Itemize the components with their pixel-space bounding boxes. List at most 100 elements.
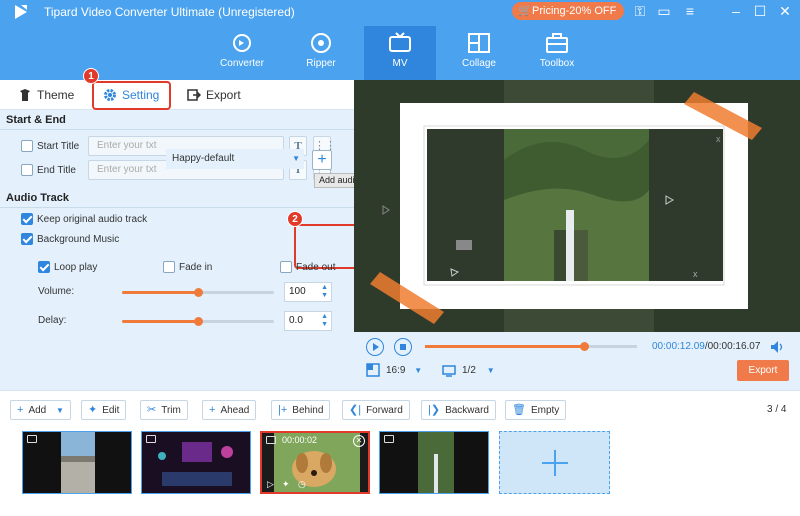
music-select-value: Happy-default <box>172 153 235 164</box>
export-button[interactable]: Export <box>737 360 789 381</box>
timeline-clip[interactable] <box>141 431 251 494</box>
add-audio-button[interactable]: + <box>312 150 332 170</box>
forward-label: Forward <box>366 405 403 416</box>
add-button[interactable]: + Add ▼ <box>10 400 71 420</box>
scissors-icon: ✂ <box>147 404 157 416</box>
spinner-icon[interactable]: ▲ ▼ <box>321 313 328 329</box>
timeline-clip-selected[interactable]: 00:00:02 ✕ ▷ ✦ ◷ <box>260 431 370 494</box>
callout-badge: 2 <box>287 211 303 227</box>
volume-value: 100 <box>289 286 306 297</box>
loop-play-checkbox[interactable] <box>38 261 50 273</box>
fade-out-checkbox[interactable] <box>280 261 292 273</box>
nav-label: MV <box>392 58 408 69</box>
callout-badge: 1 <box>83 68 99 84</box>
pricing-button[interactable]: 🛒 Pricing-20% OFF <box>512 2 624 20</box>
fade-in-checkbox[interactable] <box>163 261 175 273</box>
delay-input[interactable]: 0.0 ▲ ▼ <box>284 311 332 331</box>
nav-ripper[interactable]: Ripper <box>285 26 357 80</box>
nav-label: Converter <box>220 58 264 69</box>
play-button[interactable] <box>366 338 384 356</box>
tab-theme[interactable]: Theme <box>18 80 74 110</box>
aspect-ratio-value: 16:9 <box>386 365 406 376</box>
delay-knob[interactable] <box>194 317 203 326</box>
menu-icon[interactable]: ≡ <box>681 2 699 20</box>
background-music-checkbox[interactable] <box>21 233 33 245</box>
tv-icon <box>389 32 411 52</box>
image-clip-icon <box>146 435 156 443</box>
cart-icon: 🛒 <box>518 5 532 17</box>
keep-original-label: Keep original audio track <box>37 214 148 225</box>
edit-label: Edit <box>102 405 120 416</box>
delay-slider[interactable] <box>122 317 274 326</box>
start-end-heading: Start & End <box>6 114 66 126</box>
page-count: 3 / 4 <box>767 404 787 415</box>
edit-button[interactable]: ✦ Edit <box>81 400 127 420</box>
nav-mv[interactable]: MV <box>364 26 436 80</box>
backward-icon: |❯ <box>428 404 441 416</box>
chevron-down-icon: ▼ <box>486 366 495 375</box>
trim-label: Trim <box>161 405 181 416</box>
aspect-ratio-icon <box>366 363 380 377</box>
plus-icon <box>554 450 556 476</box>
add-clip-button[interactable] <box>499 431 610 494</box>
backward-button[interactable]: |❯ Backward <box>421 400 496 420</box>
nav-label: Ripper <box>306 58 336 69</box>
loop-play-label: Loop play <box>54 262 98 273</box>
pricing-label: Pricing-20% OFF <box>532 5 617 17</box>
chat-icon[interactable]: ▭ <box>655 2 673 20</box>
keep-original-checkbox[interactable] <box>21 213 33 225</box>
volume-slider[interactable] <box>122 288 274 297</box>
behind-button[interactable]: |+ Behind <box>271 400 331 420</box>
progress-knob[interactable] <box>580 342 589 351</box>
start-title-checkbox[interactable] <box>21 140 33 152</box>
toolbox-icon <box>546 33 568 53</box>
nav-toolbox[interactable]: Toolbox <box>521 26 593 80</box>
tab-bar: Theme Setting Export <box>0 80 354 110</box>
end-title-checkbox[interactable] <box>21 164 33 176</box>
screen-value: 1/2 <box>462 365 476 376</box>
tab-export[interactable]: Export <box>187 80 241 110</box>
clip-edit-icon[interactable]: ✦ <box>282 479 290 490</box>
timeline-clip[interactable] <box>379 431 489 494</box>
volume-knob[interactable] <box>194 288 203 297</box>
stop-button[interactable] <box>394 338 412 356</box>
behind-label: Behind <box>292 405 324 416</box>
svg-text:x: x <box>716 134 721 144</box>
volume-icon[interactable] <box>769 339 785 355</box>
title-bar: Tipard Video Converter Ultimate (Unregis… <box>0 0 800 80</box>
clip-clock-icon[interactable]: ◷ <box>298 479 306 490</box>
forward-button[interactable]: ❮| Forward <box>342 400 410 420</box>
timeline-clip[interactable] <box>22 431 132 494</box>
close-icon[interactable]: ✕ <box>776 2 794 20</box>
screen-select[interactable]: 1/2 ▼ <box>462 365 495 376</box>
music-select[interactable]: Happy-default ▼ <box>166 149 304 169</box>
volume-input[interactable]: 100 ▲ ▼ <box>284 282 332 302</box>
play-icon <box>373 343 379 351</box>
ahead-button[interactable]: + Ahead <box>202 400 257 420</box>
nav-converter[interactable]: Converter <box>206 26 278 80</box>
clip-play-icon[interactable]: ▷ <box>267 479 274 490</box>
nav-label: Collage <box>462 58 496 69</box>
remove-clip-icon[interactable]: ✕ <box>353 435 365 447</box>
monitor-icon <box>442 365 456 377</box>
tab-label: Theme <box>37 88 75 102</box>
delay-value: 0.0 <box>289 315 303 326</box>
empty-button[interactable]: 🗑 Empty <box>505 400 567 420</box>
minimize-icon[interactable]: – <box>727 2 745 20</box>
fade-in-label: Fade in <box>179 262 213 273</box>
playback-progress[interactable] <box>425 342 637 351</box>
nav-collage[interactable]: Collage <box>443 26 515 80</box>
key-icon[interactable]: ⚿ <box>631 2 649 20</box>
delay-label: Delay: <box>38 315 67 326</box>
trim-button[interactable]: ✂ Trim <box>140 400 188 420</box>
current-time: 00:00:12.09 <box>652 341 705 352</box>
aspect-ratio-select[interactable]: 16:9 ▼ <box>386 365 422 376</box>
maximize-icon[interactable]: ☐ <box>751 2 769 20</box>
magic-wand-icon: ✦ <box>88 404 98 416</box>
stop-icon <box>400 344 406 350</box>
plus-icon: + <box>17 404 24 416</box>
spinner-icon[interactable]: ▲ ▼ <box>321 284 328 300</box>
plus-icon: + <box>209 404 216 416</box>
image-clip-icon <box>384 435 394 443</box>
disc-icon <box>311 33 331 53</box>
